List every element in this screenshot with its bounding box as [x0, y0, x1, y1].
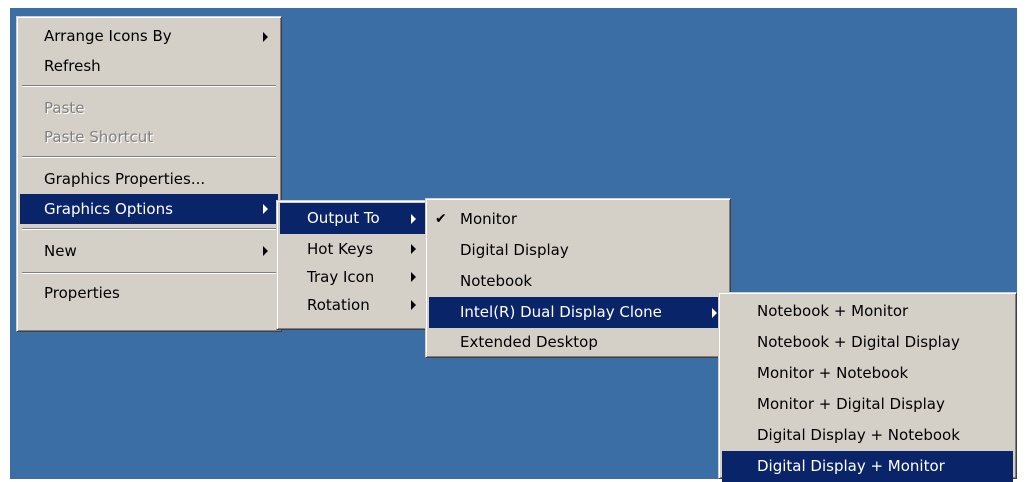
menu-item-digital-display-notebook[interactable]: Digital Display + Notebook [722, 420, 1013, 451]
dual-display-clone-submenu: Notebook + Monitor Notebook + Digital Di… [718, 292, 1017, 482]
menu-separator [22, 156, 276, 158]
menu-item-arrange-icons-by[interactable]: Arrange Icons By [20, 20, 278, 53]
submenu-arrow-icon [263, 204, 268, 214]
checkmark-icon: ✔ [435, 211, 447, 227]
menu-item-label: Monitor + Digital Display [757, 395, 945, 413]
submenu-arrow-icon [411, 300, 416, 310]
menu-item-paste-shortcut: Paste Shortcut [20, 124, 278, 150]
menu-item-graphics-properties[interactable]: Graphics Properties... [20, 164, 278, 194]
menu-item-label: New [44, 242, 77, 260]
menu-item-graphics-options[interactable]: Graphics Options [20, 194, 278, 224]
menu-item-properties[interactable]: Properties [20, 278, 278, 309]
menu-item-label: Digital Display [460, 241, 569, 259]
menu-item-tray-icon[interactable]: Tray Icon [280, 264, 426, 290]
menu-item-label: Notebook [460, 272, 533, 290]
graphics-options-submenu: Output To Hot Keys Tray Icon Rotation [276, 200, 430, 330]
menu-item-label: Paste Shortcut [44, 128, 154, 146]
menu-item-label: Monitor [460, 210, 518, 228]
menu-item-new[interactable]: New [20, 234, 278, 268]
menu-item-monitor[interactable]: ✔ Monitor [429, 203, 727, 235]
menu-item-label: Monitor + Notebook [757, 364, 909, 382]
menu-item-label: Output To [307, 209, 380, 227]
menu-separator [22, 85, 276, 87]
menu-item-output-to[interactable]: Output To [280, 203, 426, 234]
submenu-arrow-icon [411, 272, 416, 282]
menu-item-paste: Paste [20, 93, 278, 124]
submenu-arrow-icon [263, 246, 268, 256]
output-to-submenu: ✔ Monitor Digital Display Notebook Intel… [425, 198, 731, 358]
menu-item-extended-desktop[interactable]: Extended Desktop [429, 328, 727, 357]
menu-item-label: Tray Icon [307, 268, 375, 286]
menu-item-notebook[interactable]: Notebook [429, 266, 727, 297]
menu-item-hot-keys[interactable]: Hot Keys [280, 234, 426, 264]
menu-item-label: Hot Keys [307, 240, 374, 258]
menu-item-monitor-notebook[interactable]: Monitor + Notebook [722, 358, 1013, 389]
menu-separator [22, 228, 276, 230]
menu-item-digital-display-monitor[interactable]: Digital Display + Monitor [722, 451, 1013, 482]
submenu-arrow-icon [411, 244, 416, 254]
menu-item-label: Notebook + Digital Display [757, 333, 960, 351]
menu-separator [22, 272, 276, 274]
menu-item-label: Notebook + Monitor [757, 302, 909, 320]
menu-item-label: Digital Display + Monitor [757, 457, 945, 475]
submenu-arrow-icon [263, 31, 268, 42]
submenu-arrow-icon [411, 213, 416, 224]
desktop-context-menu: Arrange Icons By Refresh Paste Paste Sho… [16, 16, 282, 332]
menu-item-label: Refresh [44, 57, 101, 75]
menu-item-digital-display[interactable]: Digital Display [429, 235, 727, 266]
menu-item-dual-display-clone[interactable]: Intel(R) Dual Display Clone [429, 297, 727, 328]
submenu-arrow-icon [712, 307, 717, 318]
menu-item-label: Extended Desktop [460, 333, 598, 351]
menu-item-label: Intel(R) Dual Display Clone [460, 303, 662, 321]
menu-item-label: Paste [44, 99, 85, 117]
menu-item-label: Properties [44, 284, 120, 302]
menu-item-label: Graphics Properties... [44, 170, 206, 188]
menu-item-monitor-digital-display[interactable]: Monitor + Digital Display [722, 389, 1013, 420]
menu-item-label: Digital Display + Notebook [757, 426, 960, 444]
menu-item-rotation[interactable]: Rotation [280, 290, 426, 320]
menu-item-label: Graphics Options [44, 200, 173, 218]
menu-item-refresh[interactable]: Refresh [20, 53, 278, 79]
menu-item-label: Arrange Icons By [44, 27, 172, 45]
menu-item-notebook-digital-display[interactable]: Notebook + Digital Display [722, 327, 1013, 358]
menu-item-label: Rotation [307, 296, 370, 314]
menu-item-notebook-monitor[interactable]: Notebook + Monitor [722, 296, 1013, 327]
